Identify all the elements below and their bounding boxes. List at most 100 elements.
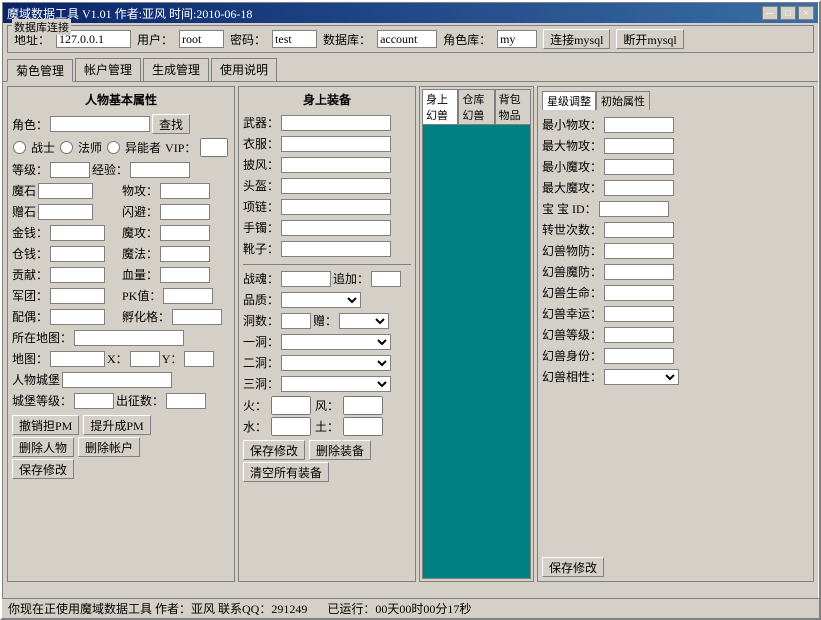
weapon-label: 武器： xyxy=(243,114,279,131)
pk-input[interactable] xyxy=(163,288,213,304)
tab-body-creature[interactable]: 身上幻兽 xyxy=(422,89,458,124)
tab-help[interactable]: 使用说明 xyxy=(211,58,277,81)
hole2-select[interactable] xyxy=(281,355,391,371)
tab-flower-mgmt[interactable]: 菊色管理 xyxy=(7,59,73,82)
search-button[interactable]: 查找 xyxy=(152,114,190,134)
role-input-field[interactable] xyxy=(50,116,150,132)
army-input[interactable] xyxy=(50,288,105,304)
magic-def-input[interactable] xyxy=(160,246,210,262)
contrib-input[interactable] xyxy=(50,267,105,283)
tab-star-adjust[interactable]: 星级调整 xyxy=(542,91,596,110)
clear-equip-button[interactable]: 清空所有装备 xyxy=(243,462,329,482)
add-input[interactable] xyxy=(371,271,401,287)
map2-input[interactable] xyxy=(50,351,105,367)
treasure-id-input[interactable] xyxy=(599,201,669,217)
gift-select[interactable] xyxy=(339,313,389,329)
x-input[interactable] xyxy=(130,351,160,367)
tab-account-mgmt[interactable]: 帐户管理 xyxy=(75,58,141,81)
warehouse-input[interactable] xyxy=(50,246,105,262)
helmet-input[interactable] xyxy=(281,178,391,194)
magic-stone-input[interactable] xyxy=(38,183,93,199)
creature-level-input[interactable] xyxy=(604,327,674,343)
warrior-radio[interactable] xyxy=(13,141,26,154)
earth-input[interactable] xyxy=(343,417,383,436)
level-input[interactable] xyxy=(50,162,90,178)
cloth-input[interactable] xyxy=(281,136,391,152)
del-char-button[interactable]: 删除人物 xyxy=(12,437,74,457)
cancel-pm-button[interactable]: 撤销担PM xyxy=(12,415,79,435)
user-input[interactable] xyxy=(179,30,224,48)
y-input[interactable] xyxy=(184,351,214,367)
hatch-input[interactable] xyxy=(172,309,222,325)
earth-label: 土： xyxy=(315,418,339,435)
equip-panel-title: 身上装备 xyxy=(243,91,411,108)
mage-radio[interactable] xyxy=(60,141,73,154)
vip-input[interactable] xyxy=(200,138,228,157)
status-text2: 已运行：00天00时00分17秒 xyxy=(327,600,471,617)
max-phys-atk-input[interactable] xyxy=(604,138,674,154)
holes-input[interactable] xyxy=(281,313,311,329)
tab-gen-mgmt[interactable]: 生成管理 xyxy=(143,58,209,81)
disconnect-button[interactable]: 断开mysql xyxy=(616,29,683,49)
water-input[interactable] xyxy=(271,417,311,436)
creature-identity-input[interactable] xyxy=(604,348,674,364)
tab-init-attr[interactable]: 初始属性 xyxy=(596,91,650,110)
hole3-select[interactable] xyxy=(281,376,391,392)
creature-hp-input[interactable] xyxy=(604,285,674,301)
fire-input[interactable] xyxy=(271,396,311,415)
magic-atk-input[interactable] xyxy=(160,225,210,241)
save-equip-button[interactable]: 保存修改 xyxy=(243,440,305,460)
save-star-button[interactable]: 保存修改 xyxy=(542,557,604,577)
minimize-button[interactable]: ─ xyxy=(762,6,778,20)
maximize-button[interactable]: □ xyxy=(780,6,796,20)
creature-phys-def-input[interactable] xyxy=(604,243,674,259)
star-tabs: 星级调整 初始属性 xyxy=(542,91,809,110)
cape-input[interactable] xyxy=(281,157,391,173)
hole1-label: 一洞： xyxy=(243,333,279,350)
phys-atk-input[interactable] xyxy=(160,183,210,199)
clear-equip-row: 清空所有装备 xyxy=(243,462,411,482)
role-input[interactable] xyxy=(497,30,537,48)
stats-grid: 魔石 赠石 金钱： 仓钱： xyxy=(12,182,230,327)
del-account-button[interactable]: 删除帐户 xyxy=(78,437,140,457)
db-input[interactable] xyxy=(377,30,437,48)
close-button[interactable]: × xyxy=(798,6,814,20)
max-magic-atk-input[interactable] xyxy=(604,180,674,196)
transfer-times-input[interactable] xyxy=(604,222,674,238)
battle-soul-input[interactable] xyxy=(281,271,331,287)
creature-luck-input[interactable] xyxy=(604,306,674,322)
exp-input[interactable] xyxy=(130,162,190,178)
weapon-input[interactable] xyxy=(281,115,391,131)
dodge-input[interactable] xyxy=(160,204,210,220)
shoes-input[interactable] xyxy=(281,241,391,257)
hole1-select[interactable] xyxy=(281,334,391,350)
hp-input[interactable] xyxy=(160,267,210,283)
tab-backpack[interactable]: 背包物品 xyxy=(495,89,531,124)
min-magic-atk-label: 最小魔攻： xyxy=(542,158,602,175)
castle-input[interactable] xyxy=(62,372,172,388)
tab-warehouse-creature[interactable]: 仓库幻兽 xyxy=(458,89,494,124)
castle-level-input[interactable] xyxy=(74,393,114,409)
connect-button[interactable]: 连接mysql xyxy=(543,29,610,49)
helmet-label: 头盔： xyxy=(243,177,279,194)
magic-stone-label: 魔石 xyxy=(12,182,36,199)
upgrade-pm-button[interactable]: 提升成PM xyxy=(83,415,150,435)
del-equip-button[interactable]: 删除装备 xyxy=(309,440,371,460)
min-magic-atk-input[interactable] xyxy=(604,159,674,175)
gold-input[interactable] xyxy=(50,225,105,241)
min-phys-atk-input[interactable] xyxy=(604,117,674,133)
creature-magic-def-input[interactable] xyxy=(604,264,674,280)
match-input[interactable] xyxy=(50,309,105,325)
quality-select[interactable] xyxy=(281,292,361,308)
special-radio[interactable] xyxy=(107,141,120,154)
bracelet-input[interactable] xyxy=(281,220,391,236)
contrib-label: 贡献： xyxy=(12,266,48,283)
wind-input[interactable] xyxy=(343,396,383,415)
pass-input[interactable] xyxy=(272,30,317,48)
cur-map-input[interactable] xyxy=(74,330,184,346)
save-char-button[interactable]: 保存修改 xyxy=(12,459,74,479)
expedition-input[interactable] xyxy=(166,393,206,409)
necklace-input[interactable] xyxy=(281,199,391,215)
gem-input[interactable] xyxy=(38,204,93,220)
creature-affinity-select[interactable] xyxy=(604,369,679,385)
